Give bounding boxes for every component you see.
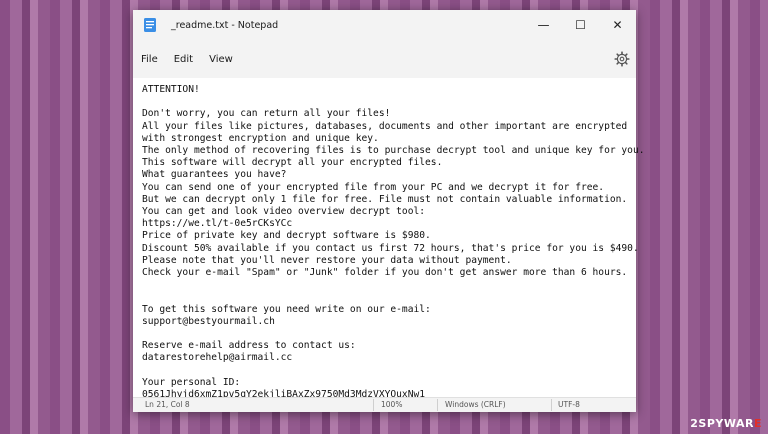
close-button[interactable]: ✕ [599, 10, 636, 40]
cursor-position: Ln 21, Col 8 [145, 400, 190, 409]
document-text[interactable]: ATTENTION! Don't worry, you can return a… [133, 78, 645, 401]
minimize-icon: — [537, 18, 550, 32]
site-watermark-logo: 2SPYWARE [690, 417, 762, 430]
maximize-button[interactable]: ☐ [562, 10, 599, 40]
menu-bar: File Edit View [133, 40, 636, 78]
menu-view[interactable]: View [201, 50, 241, 69]
minimize-button[interactable]: — [525, 10, 562, 40]
zoom-level: 100% [381, 400, 403, 409]
window-title: _readme.txt - Notepad [171, 19, 279, 31]
menu-edit[interactable]: Edit [166, 50, 201, 69]
notepad-window: _readme.txt - Notepad — ☐ ✕ File Edit Vi… [133, 10, 645, 412]
title-bar[interactable]: _readme.txt - Notepad — ☐ ✕ [133, 10, 636, 40]
notepad-app-icon [144, 18, 156, 32]
window-controls: — ☐ ✕ [525, 10, 636, 40]
gear-icon[interactable] [614, 51, 630, 67]
line-ending: Windows (CRLF) [445, 400, 506, 409]
status-bar: Ln 21, Col 8 100% Windows (CRLF) UTF-8 [133, 397, 636, 412]
menu-file[interactable]: File [133, 50, 166, 69]
maximize-icon: ☐ [575, 18, 586, 32]
text-editor[interactable]: ATTENTION! Don't worry, you can return a… [133, 78, 645, 401]
close-icon: ✕ [612, 18, 623, 32]
status-divider [373, 399, 374, 411]
encoding: UTF-8 [558, 400, 580, 409]
status-divider [437, 399, 438, 411]
status-divider [551, 399, 552, 411]
